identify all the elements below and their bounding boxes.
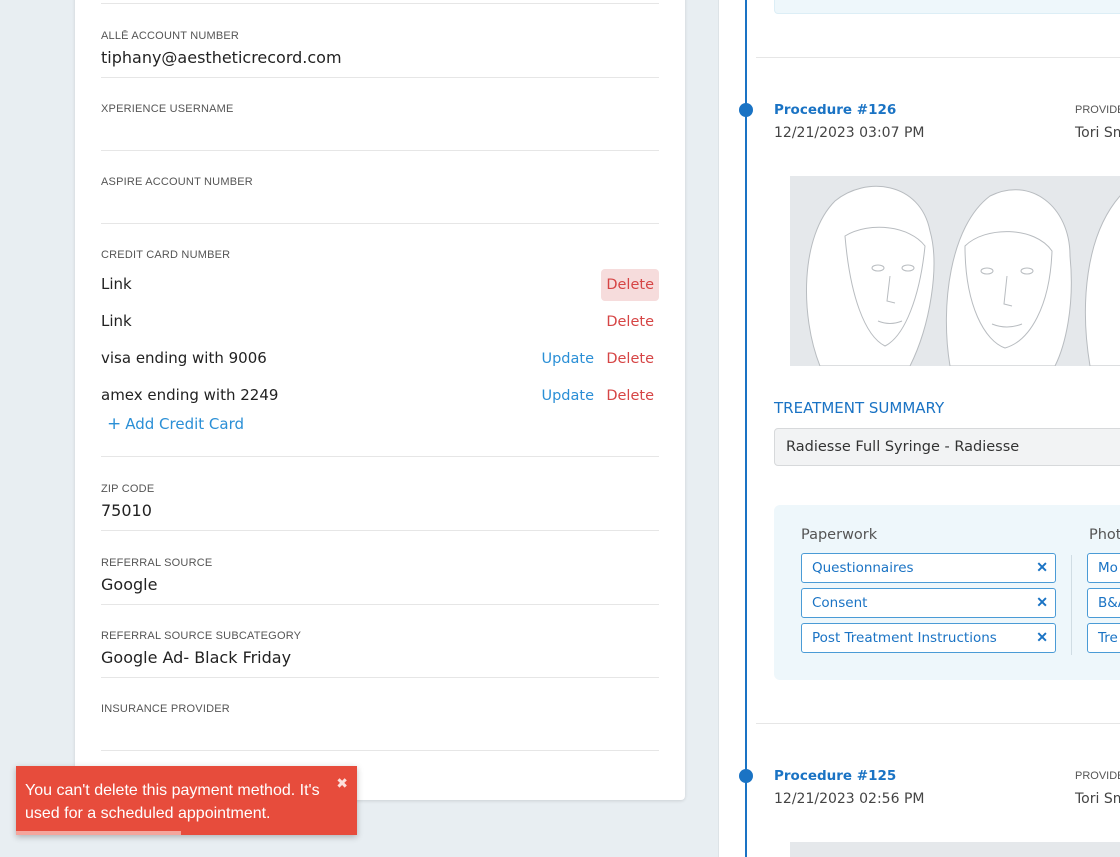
field-value: tiphany@aestheticrecord.com <box>101 48 342 67</box>
field-label: ALLĒ ACCOUNT NUMBER <box>101 30 240 42</box>
field-aspire-account[interactable]: ASPIRE ACCOUNT NUMBER <box>101 176 659 224</box>
paperwork-chip-consent[interactable]: Consent ✕ <box>801 588 1056 618</box>
previous-procedure-box <box>774 0 1120 14</box>
credit-card-row: Link Delete <box>101 269 659 301</box>
procedure-date: 12/21/2023 03:07 PM <box>774 125 925 141</box>
provider-name: Tori Sm <box>1075 125 1120 141</box>
field-label: XPERIENCE USERNAME <box>101 103 234 115</box>
procedure-timeline-panel: Procedure #126 12/21/2023 03:07 PM PROVI… <box>718 0 1120 857</box>
chip-label: Post Treatment Instructions <box>812 630 997 646</box>
credit-card-text: amex ending with 2249 <box>101 386 279 404</box>
delete-card-button[interactable]: Delete <box>601 380 659 412</box>
credit-card-divider <box>101 448 659 457</box>
provider-label: PROVIDE <box>1075 770 1120 782</box>
timeline-dot <box>739 103 753 117</box>
field-label: ZIP CODE <box>101 483 155 495</box>
field-insurance-provider[interactable]: INSURANCE PROVIDER <box>101 703 659 751</box>
plus-icon: + <box>107 414 122 434</box>
add-credit-card-button[interactable]: + Add Credit Card <box>107 414 244 434</box>
field-alle-account[interactable]: ALLĒ ACCOUNT NUMBER tiphany@aestheticrec… <box>101 30 659 78</box>
paperwork-chip-post-treatment[interactable]: Post Treatment Instructions ✕ <box>801 623 1056 653</box>
timeline-line <box>745 0 747 857</box>
close-icon[interactable]: ✕ <box>1036 629 1048 646</box>
error-toast: You can't delete this payment method. It… <box>16 766 357 835</box>
credit-card-text[interactable]: Link <box>101 275 132 293</box>
credit-card-row: visa ending with 9006 Update Delete <box>101 343 659 373</box>
delete-card-button[interactable]: Delete <box>601 306 659 338</box>
treatment-summary-value: Radiesse Full Syringe - Radiesse <box>786 439 1020 455</box>
credit-card-row: Link Delete <box>101 306 659 336</box>
field-referral-source[interactable]: REFERRAL SOURCE Google <box>101 557 659 605</box>
field-top-divider <box>101 0 659 4</box>
field-value: 75010 <box>101 501 152 520</box>
update-card-button[interactable]: Update <box>541 343 594 375</box>
update-card-button[interactable]: Update <box>541 380 594 412</box>
face-chart-icon <box>805 185 1120 366</box>
documents-divider <box>1071 555 1072 655</box>
field-value: Google Ad- Black Friday <box>101 648 292 667</box>
field-label: INSURANCE PROVIDER <box>101 703 230 715</box>
treatment-summary-field: Radiesse Full Syringe - Radiesse <box>774 428 1120 466</box>
toast-message: You can't delete this payment method. It… <box>25 782 320 822</box>
chip-label: Mo <box>1098 560 1118 576</box>
chip-label: Consent <box>812 595 868 611</box>
provider-label: PROVIDE <box>1075 104 1120 116</box>
field-zip-code[interactable]: ZIP CODE 75010 <box>101 483 659 531</box>
close-icon[interactable]: ✕ <box>1036 594 1048 611</box>
photo-chip[interactable]: Mo <box>1087 553 1120 583</box>
credit-card-text: visa ending with 9006 <box>101 349 267 367</box>
field-xperience-username[interactable]: XPERIENCE USERNAME <box>101 103 659 151</box>
face-chart-image[interactable] <box>790 842 1120 857</box>
patient-profile-card: ALLĒ ACCOUNT NUMBER tiphany@aestheticrec… <box>75 0 685 800</box>
close-icon[interactable]: ✖ <box>336 775 348 792</box>
timeline-dot <box>739 769 753 783</box>
treatment-summary-heading: TREATMENT SUMMARY <box>774 399 945 417</box>
procedure-title-link[interactable]: Procedure #126 <box>774 102 896 118</box>
photo-chip[interactable]: Tre <box>1087 623 1120 653</box>
delete-card-button[interactable]: Delete <box>601 269 659 301</box>
field-label: REFERRAL SOURCE SUBCATEGORY <box>101 630 302 642</box>
photos-heading: Phot <box>1089 527 1120 543</box>
field-label: ASPIRE ACCOUNT NUMBER <box>101 176 253 188</box>
close-icon[interactable]: ✕ <box>1036 559 1048 576</box>
paperwork-chip-questionnaires[interactable]: Questionnaires ✕ <box>801 553 1056 583</box>
chip-label: B&A <box>1098 595 1120 611</box>
divider <box>756 57 1120 58</box>
face-chart-image[interactable] <box>790 176 1120 366</box>
chip-label: Questionnaires <box>812 560 914 576</box>
photo-chip[interactable]: B&A <box>1087 588 1120 618</box>
divider <box>756 723 1120 724</box>
procedure-title-link[interactable]: Procedure #125 <box>774 768 896 784</box>
paperwork-heading: Paperwork <box>801 527 878 543</box>
field-value: Google <box>101 575 158 594</box>
delete-card-button[interactable]: Delete <box>601 343 659 375</box>
field-label: REFERRAL SOURCE <box>101 557 213 569</box>
documents-box: Paperwork Phot Questionnaires ✕ Consent … <box>774 505 1120 680</box>
credit-card-label: CREDIT CARD NUMBER <box>101 249 231 261</box>
procedure-date: 12/21/2023 02:56 PM <box>774 791 925 807</box>
toast-progress-bar <box>16 831 181 835</box>
credit-card-text[interactable]: Link <box>101 312 132 330</box>
field-referral-subcategory[interactable]: REFERRAL SOURCE SUBCATEGORY Google Ad- B… <box>101 630 659 678</box>
chip-label: Tre <box>1098 630 1118 646</box>
credit-card-row: amex ending with 2249 Update Delete <box>101 380 659 410</box>
provider-name: Tori Sm <box>1075 791 1120 807</box>
add-credit-card-label: Add Credit Card <box>125 415 245 433</box>
